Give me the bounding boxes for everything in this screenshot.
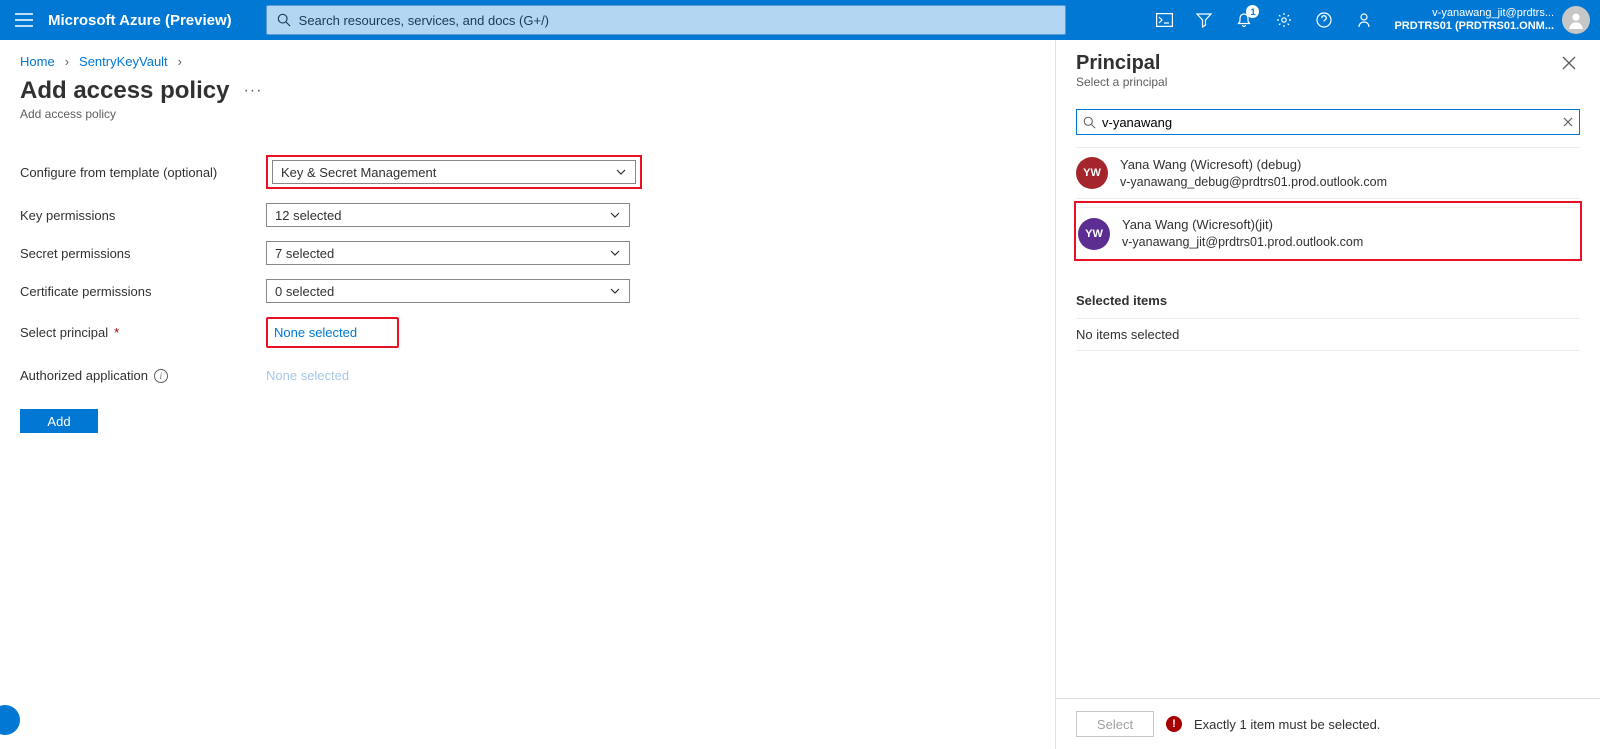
account-tenant: PRDTRS01 (PRDTRS01.ONM...	[1394, 20, 1554, 33]
error-icon: !	[1166, 716, 1182, 732]
result-name: Yana Wang (Wicresoft) (debug)	[1120, 156, 1387, 174]
error-text: Exactly 1 item must be selected.	[1194, 717, 1380, 732]
settings-button[interactable]	[1264, 0, 1304, 40]
close-icon	[1563, 117, 1573, 127]
notifications-button[interactable]: 1	[1224, 0, 1264, 40]
chevron-down-icon	[609, 247, 621, 259]
panel-title: Principal	[1076, 52, 1558, 75]
close-panel-button[interactable]	[1558, 52, 1580, 77]
select-principal-label: Select principal*	[20, 325, 266, 340]
directory-filter-button[interactable]	[1184, 0, 1224, 40]
template-value: Key & Secret Management	[281, 165, 436, 180]
key-permissions-dropdown[interactable]: 12 selected	[266, 203, 630, 227]
secret-permissions-label: Secret permissions	[20, 246, 266, 261]
hamburger-icon	[15, 13, 33, 27]
info-icon[interactable]: i	[154, 369, 168, 383]
panel-footer: Select ! Exactly 1 item must be selected…	[1056, 698, 1600, 749]
feedback-button[interactable]	[1344, 0, 1384, 40]
main-content: Home › SentryKeyVault › Add access polic…	[0, 40, 1055, 749]
global-search-input[interactable]	[291, 13, 1055, 28]
result-email: v-yanawang_jit@prdtrs01.prod.outlook.com	[1122, 234, 1363, 251]
selected-items-heading: Selected items	[1076, 293, 1580, 308]
required-marker: *	[114, 325, 119, 340]
help-button[interactable]	[1304, 0, 1344, 40]
chevron-down-icon	[609, 285, 621, 297]
menu-button[interactable]	[0, 0, 48, 40]
account-button[interactable]: v-yanawang_jit@prdtrs... PRDTRS01 (PRDTR…	[1384, 0, 1600, 40]
principal-result[interactable]: YW Yana Wang (Wicresoft)(jit) v-yanawang…	[1078, 207, 1578, 258]
secret-permissions-value: 7 selected	[275, 246, 334, 261]
template-label: Configure from template (optional)	[20, 165, 266, 180]
brand-label[interactable]: Microsoft Azure (Preview)	[48, 12, 256, 29]
chevron-right-icon: ›	[65, 54, 69, 69]
certificate-permissions-label: Certificate permissions	[20, 284, 266, 299]
chevron-down-icon	[609, 209, 621, 221]
clear-search-button[interactable]	[1563, 115, 1573, 130]
gear-icon	[1276, 12, 1292, 28]
global-search[interactable]	[266, 5, 1066, 35]
cloud-shell-button[interactable]	[1144, 0, 1184, 40]
breadcrumb: Home › SentryKeyVault ›	[20, 54, 1035, 69]
top-icons: 1 v-yanawang_jit@prdtrs... PRDTRS01 (PRD…	[1144, 0, 1600, 40]
authorized-application-label: Authorized application i	[20, 368, 266, 383]
chevron-down-icon	[615, 166, 627, 178]
panel-subtitle: Select a principal	[1076, 75, 1558, 89]
chevron-right-icon: ›	[178, 54, 182, 69]
select-principal-link[interactable]: None selected	[274, 325, 357, 340]
result-email: v-yanawang_debug@prdtrs01.prod.outlook.c…	[1120, 174, 1387, 191]
avatar	[1562, 6, 1590, 34]
highlight-principal: None selected	[266, 317, 399, 348]
support-bubble[interactable]	[0, 705, 20, 735]
feedback-icon	[1356, 12, 1372, 28]
secret-permissions-dropdown[interactable]: 7 selected	[266, 241, 630, 265]
help-icon	[1316, 12, 1332, 28]
access-policy-form: Configure from template (optional) Key &…	[20, 155, 1035, 433]
key-permissions-value: 12 selected	[275, 208, 342, 223]
notifications-badge: 1	[1246, 5, 1259, 18]
certificate-permissions-dropdown[interactable]: 0 selected	[266, 279, 630, 303]
template-dropdown[interactable]: Key & Secret Management	[272, 160, 636, 184]
no-items-text: No items selected	[1076, 318, 1580, 351]
account-lines: v-yanawang_jit@prdtrs... PRDTRS01 (PRDTR…	[1394, 7, 1554, 33]
breadcrumb-vault[interactable]: SentryKeyVault	[79, 54, 168, 69]
filter-icon	[1196, 12, 1212, 28]
key-permissions-label: Key permissions	[20, 208, 266, 223]
person-icon	[1567, 11, 1585, 29]
result-name: Yana Wang (Wicresoft)(jit)	[1122, 216, 1363, 234]
select-button[interactable]: Select	[1076, 711, 1154, 737]
highlight-result: YW Yana Wang (Wicresoft)(jit) v-yanawang…	[1074, 201, 1582, 260]
breadcrumb-home[interactable]: Home	[20, 54, 55, 69]
highlight-template: Key & Secret Management	[266, 155, 642, 189]
authorized-application-link: None selected	[266, 368, 349, 383]
result-avatar: YW	[1076, 157, 1108, 189]
page-title: Add access policy	[20, 77, 229, 105]
shell: Home › SentryKeyVault › Add access polic…	[0, 40, 1600, 749]
principal-search-input[interactable]	[1102, 115, 1557, 130]
principal-result[interactable]: YW Yana Wang (Wicresoft) (debug) v-yanaw…	[1076, 147, 1580, 199]
search-icon	[1083, 116, 1096, 129]
close-icon	[1562, 56, 1576, 70]
more-button[interactable]: ···	[243, 82, 262, 100]
add-button[interactable]: Add	[20, 409, 98, 433]
result-avatar: YW	[1078, 218, 1110, 250]
top-bar: Microsoft Azure (Preview) 1 v-yanawang_j…	[0, 0, 1600, 40]
principal-panel: Principal Select a principal YW Yana Wan…	[1055, 40, 1600, 749]
certificate-permissions-value: 0 selected	[275, 284, 334, 299]
principal-search[interactable]	[1076, 109, 1580, 135]
principal-results: YW Yana Wang (Wicresoft) (debug) v-yanaw…	[1056, 143, 1600, 263]
cloud-shell-icon	[1156, 13, 1173, 27]
search-icon	[277, 13, 291, 27]
page-subtitle: Add access policy	[20, 107, 1035, 121]
account-email: v-yanawang_jit@prdtrs...	[1394, 7, 1554, 20]
